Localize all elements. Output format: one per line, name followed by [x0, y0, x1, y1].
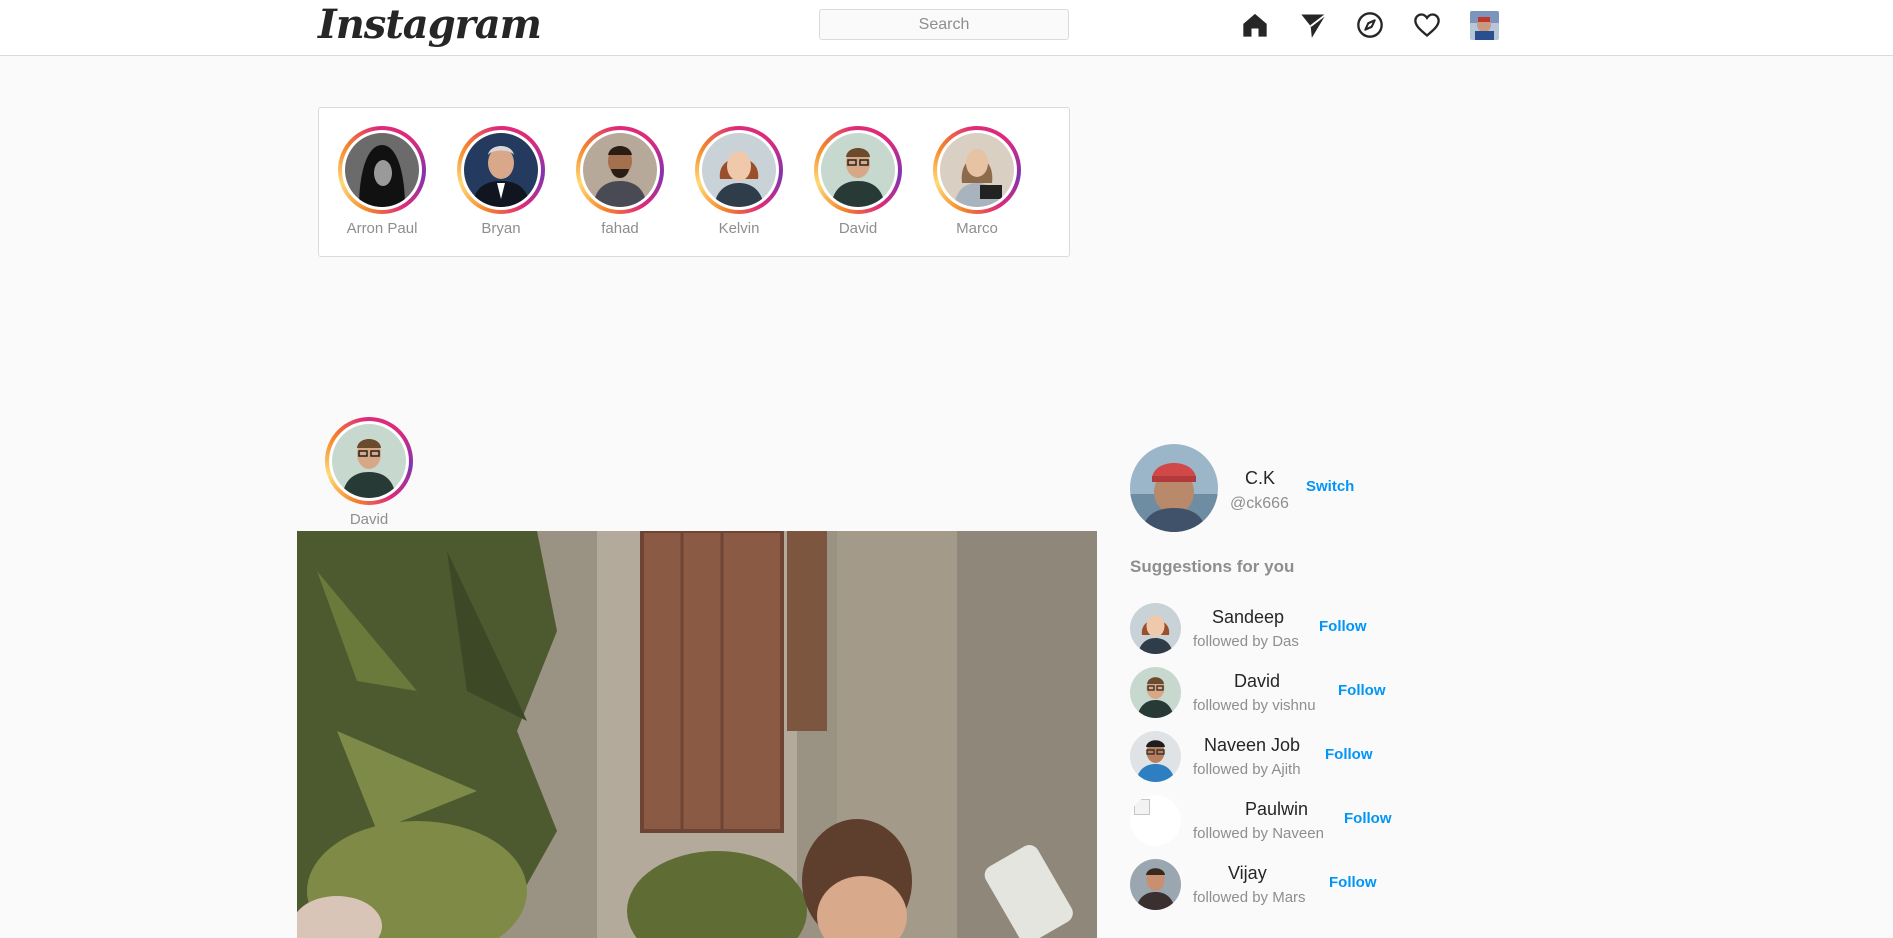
heart-icon[interactable]	[1412, 10, 1442, 40]
story-name: Marco	[956, 220, 998, 237]
suggestion-name[interactable]: Sandeep	[1212, 607, 1284, 628]
suggestion-followed-by: followed by Naveen	[1193, 825, 1324, 842]
suggestion-name[interactable]: Paulwin	[1245, 799, 1308, 820]
suggestion-avatar[interactable]	[1130, 731, 1181, 782]
story-item[interactable]: fahad	[575, 126, 665, 237]
profile-avatar[interactable]	[1470, 11, 1499, 40]
suggestion-item: David followed by vishnu Follow	[1130, 667, 1430, 719]
story-avatar	[345, 133, 419, 207]
suggestion-avatar[interactable]	[1130, 667, 1181, 718]
suggestion-avatar[interactable]	[1130, 603, 1181, 654]
search-input[interactable]	[819, 9, 1069, 40]
suggestion-item: Vijay followed by Mars Follow	[1130, 859, 1430, 911]
suggestion-avatar-broken-image[interactable]	[1130, 795, 1181, 846]
story-avatar	[583, 133, 657, 207]
story-ring	[695, 126, 783, 214]
story-item[interactable]: Kelvin	[694, 126, 784, 237]
story-ring	[576, 126, 664, 214]
suggestion-followed-by: followed by Ajith	[1193, 761, 1301, 778]
follow-button[interactable]: Follow	[1344, 810, 1392, 827]
story-item[interactable]: Marco	[932, 126, 1022, 237]
suggestions-title: Suggestions for you	[1130, 557, 1295, 576]
post-author-avatar	[332, 424, 406, 498]
send-icon[interactable]	[1298, 10, 1328, 40]
story-name: David	[838, 220, 878, 237]
follow-button[interactable]: Follow	[1319, 618, 1367, 635]
suggestion-name[interactable]: Vijay	[1228, 863, 1267, 884]
story-avatar	[464, 133, 538, 207]
suggestion-item: Sandeep followed by Das Follow	[1130, 603, 1430, 655]
broken-image-icon	[1130, 795, 1181, 846]
story-ring	[814, 126, 902, 214]
top-navbar: Instagram	[0, 0, 1893, 56]
post-author-name: David	[349, 511, 389, 528]
story-item[interactable]: Bryan	[456, 126, 546, 237]
current-user-handle: @ck666	[1230, 495, 1289, 512]
explore-icon[interactable]	[1355, 10, 1385, 40]
follow-button[interactable]: Follow	[1325, 746, 1373, 763]
post-image[interactable]	[297, 531, 1097, 938]
home-icon[interactable]	[1240, 10, 1270, 40]
suggestion-followed-by: followed by vishnu	[1193, 697, 1316, 714]
suggestion-avatar[interactable]	[1130, 859, 1181, 910]
suggestion-followed-by: followed by Das	[1193, 633, 1299, 650]
story-avatar	[940, 133, 1014, 207]
suggestion-name[interactable]: David	[1234, 671, 1280, 692]
suggestion-name[interactable]: Naveen Job	[1204, 735, 1300, 756]
stories-tray: Arron Paul Bryan fahad Kelvin David Marc…	[318, 107, 1070, 257]
story-ring	[457, 126, 545, 214]
story-name: Bryan	[481, 220, 521, 237]
story-ring	[933, 126, 1021, 214]
follow-button[interactable]: Follow	[1329, 874, 1377, 891]
follow-button[interactable]: Follow	[1338, 682, 1386, 699]
story-name: Kelvin	[718, 220, 760, 237]
switch-account-button[interactable]: Switch	[1306, 478, 1354, 495]
story-name: fahad	[601, 220, 639, 237]
suggestion-followed-by: followed by Mars	[1193, 889, 1306, 906]
post-author-ring	[325, 417, 413, 505]
post-author[interactable]: David	[324, 417, 414, 528]
suggestion-item: Paulwin followed by Naveen Follow	[1130, 795, 1430, 847]
story-ring	[338, 126, 426, 214]
story-avatar	[702, 133, 776, 207]
current-user-avatar[interactable]	[1130, 444, 1218, 532]
story-item[interactable]: Arron Paul	[337, 126, 427, 237]
story-name: Arron Paul	[346, 220, 418, 237]
suggestion-item: Naveen Job followed by Ajith Follow	[1130, 731, 1430, 783]
story-item[interactable]: David	[813, 126, 903, 237]
story-avatar	[821, 133, 895, 207]
current-user-name: C.K	[1245, 468, 1276, 488]
instagram-logo[interactable]: Instagram	[318, 0, 542, 50]
